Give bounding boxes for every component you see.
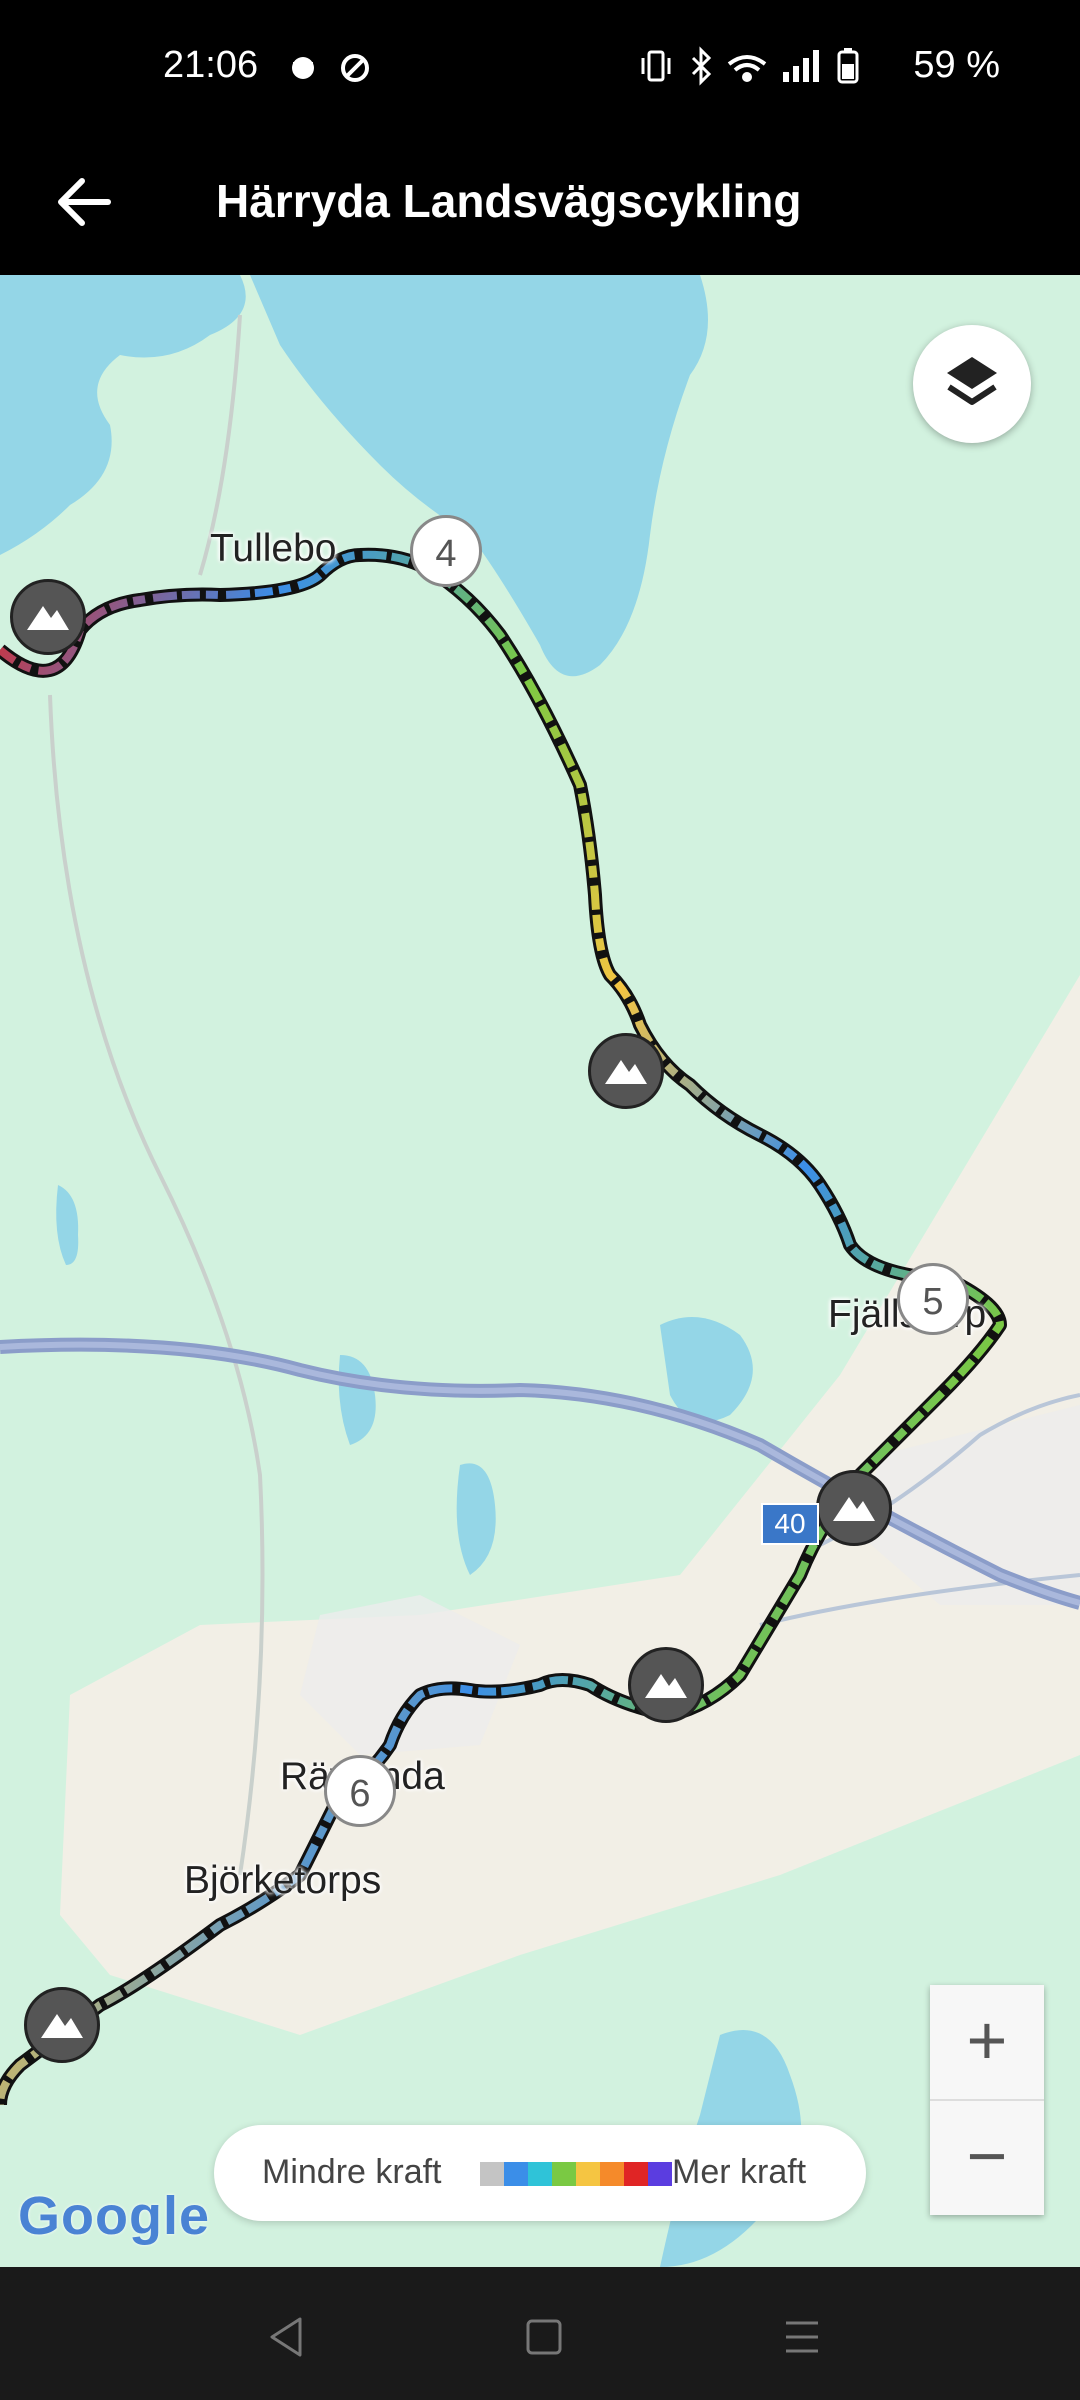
arrow-left-icon[interactable] (50, 167, 120, 237)
waypoint-4[interactable]: 4 (410, 515, 482, 587)
status-right: 59 % (639, 44, 1000, 87)
notification-icon (292, 57, 314, 79)
mountain-icon[interactable] (816, 1470, 892, 1546)
mountain-icon[interactable] (628, 1647, 704, 1723)
menu-nav-icon[interactable] (772, 2307, 832, 2367)
signal-icon (783, 49, 820, 82)
legend-swatch-5 (600, 2162, 624, 2186)
mountain-icon[interactable] (24, 1987, 100, 2063)
legend-swatch-1 (504, 2162, 528, 2186)
app-header: Härryda Landsvägscykling (0, 135, 1080, 275)
lake-pond-4 (56, 1185, 79, 1265)
legend-swatch-7 (648, 2162, 672, 2186)
google-logo-text: Google (18, 2186, 210, 2246)
system-nav-bar (0, 2267, 1080, 2400)
legend-swatch-6 (624, 2162, 648, 2186)
legend-more-label: Mer kraft (672, 2153, 807, 2191)
power-legend: Mindre kraft Mer kraft (214, 2125, 866, 2221)
layers-button[interactable] (913, 325, 1031, 443)
legend-color-scale (480, 2162, 672, 2186)
blocked-icon (341, 54, 369, 82)
legend-swatch-0 (480, 2162, 504, 2186)
place-label-tullebo: Tullebo (210, 527, 337, 570)
place-label-bjorketorps: Björketorps (184, 1859, 382, 1902)
home-nav-icon[interactable] (514, 2307, 574, 2367)
waypoint-5[interactable]: 5 (897, 1263, 969, 1335)
mountain-icon[interactable] (10, 579, 86, 655)
legend-less-label: Mindre kraft (262, 2153, 442, 2191)
battery-icon (837, 47, 859, 83)
legend-swatch-3 (552, 2162, 576, 2186)
status-icons-right (641, 45, 859, 86)
google-logo: Google (18, 2185, 210, 2247)
status-time: 21:06 (163, 44, 259, 86)
mountain-icon[interactable] (588, 1033, 664, 1109)
lake-pond-3 (338, 1355, 376, 1445)
wifi-icon (728, 54, 767, 82)
status-icons-left (292, 54, 369, 82)
back-nav-icon[interactable] (256, 2307, 316, 2367)
legend-swatch-2 (528, 2162, 552, 2186)
route-map[interactable]: Tullebo Fjällstorp Rävlanda Björketorps … (0, 275, 1080, 2267)
status-bar: 21:06 59 % (0, 0, 1080, 135)
road-shield-40: 40 (761, 1503, 819, 1545)
bluetooth-icon (692, 45, 712, 86)
lake-pond-2 (456, 1463, 496, 1575)
legend-swatch-4 (576, 2162, 600, 2186)
vibrate-icon (641, 50, 671, 81)
page-title: Härryda Landsvägscykling (216, 175, 802, 227)
layers-icon (947, 357, 997, 405)
battery-percent: 59 % (913, 44, 1000, 86)
zoom-controls: + − (930, 1985, 1044, 2215)
waypoint-6[interactable]: 6 (324, 1755, 396, 1827)
lake-west (0, 275, 246, 555)
zoom-out-button[interactable]: − (930, 2101, 1044, 2215)
lake-pond-1 (660, 1317, 753, 1422)
zoom-in-button[interactable]: + (930, 1985, 1044, 2099)
